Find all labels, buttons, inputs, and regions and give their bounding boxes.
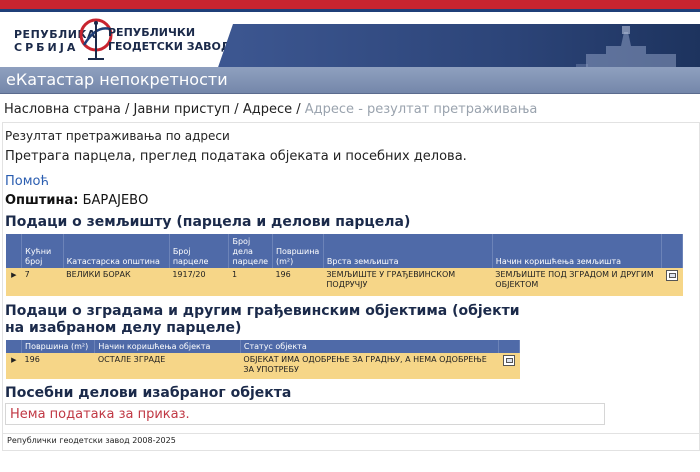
buildings-col-expand [6, 340, 23, 353]
footer: Републички геодетски завод 2008-2025 [2, 433, 700, 451]
buildings-table-header: Површина (m²) Начин коришћења објекта Ст… [6, 340, 521, 353]
breadcrumb-addresses[interactable]: Адресе [243, 102, 292, 117]
land-col-parcel-part-number: Број дела парцеле [228, 234, 273, 268]
breadcrumb-separator: / [124, 102, 130, 117]
buildings-col-area: Површина (m²) [21, 340, 96, 353]
land-section-heading: Подаци о земљишту (парцела и делови парц… [5, 214, 411, 230]
triangle-right-icon[interactable]: ▶ [6, 353, 22, 379]
buildings-col-status: Статус објекта [240, 340, 499, 353]
buildings-heading-line1: Подаци о зградама и другим грађевинским … [5, 303, 520, 319]
building-use: ОСТАЛЕ ЗГРАДЕ [94, 353, 241, 379]
land-col-actions [661, 234, 684, 268]
table-row[interactable]: ▶ 7 ВЕЛИКИ БОРАК 1917/20 1 196 ЗЕМЉИШТЕ … [6, 268, 683, 296]
land-col-land-type: Врста земљишта [323, 234, 493, 268]
breadcrumb-separator: / [296, 102, 301, 117]
land-cadastral-municipality: ВЕЛИКИ БОРАК [63, 268, 170, 296]
municipality-value: БАРАЈЕВО [82, 193, 149, 208]
page-bottom [0, 452, 700, 472]
breadcrumb: Насловна страна / Јавни приступ / Адресе… [4, 102, 537, 117]
breadcrumb-current: Адресе - резултат претраживања [304, 102, 538, 117]
municipality-line: Општина: БАРАЈЕВО [5, 193, 148, 208]
buildings-heading-line2: на изабраном делу парцеле) [5, 320, 242, 336]
land-table-header: Кућни број Катастарска општина Број парц… [6, 234, 684, 268]
land-col-house-number: Кућни број [21, 234, 64, 268]
land-table: Кућни број Катастарска општина Број парц… [6, 234, 684, 296]
no-data-box: Нема података за приказ. [5, 403, 605, 425]
logo-republic: РЕПУБЛИКА [14, 28, 96, 41]
site-header: РЕПУБЛИКА СРБИЈА РЕПУБЛИЧКИ ГЕОДЕТСКИ ЗА… [0, 12, 700, 76]
land-col-expand [6, 234, 23, 268]
land-col-cadastral-municipality: Катастарска општина [63, 234, 170, 268]
result-title: Резултат претраживања по адреси [5, 129, 230, 143]
breadcrumb-home[interactable]: Насловна страна [4, 102, 121, 117]
municipality-label: Општина: [5, 193, 79, 208]
land-house-number: 7 [21, 268, 64, 296]
land-type: ЗЕМЉИШТЕ У ГРАЂЕВИНСКОМ ПОДРУЧЈУ [323, 268, 493, 296]
breadcrumb-public-access[interactable]: Јавни приступ [134, 102, 231, 117]
building-area: 196 [21, 353, 95, 379]
table-row[interactable]: ▶ 196 ОСТАЛЕ ЗГРАДЕ ОБЈЕКАТ ИМА ОДОБРЕЊЕ… [6, 353, 520, 379]
building-status: ОБЈЕКАТ ИМА ОДОБРЕЊЕ ЗА ГРАДЊУ, А НЕМА О… [240, 353, 499, 379]
logo-serbia: СРБИЈА [14, 41, 79, 54]
footer-copyright: Републички геодетски завод 2008-2025 [7, 436, 176, 445]
help-link[interactable]: Помоћ [5, 174, 49, 189]
buildings-col-building-use: Начин коришћења објекта [94, 340, 241, 353]
no-data-message: Нема података за приказ. [10, 407, 190, 422]
buildings-section-heading: Подаци о зградама и другим грађевинским … [5, 303, 520, 337]
land-area: 196 [272, 268, 324, 296]
special-parts-heading: Посебни делови изабраног објекта [5, 385, 292, 401]
land-parcel-number: 1917/20 [169, 268, 229, 296]
app-title-bar: еКатастар непокретности [0, 67, 700, 94]
land-parcel-part-number: 1 [228, 268, 273, 296]
logo-text-left: РЕПУБЛИКА СРБИЈА [14, 28, 96, 54]
app-title: еКатастар непокретности [6, 70, 228, 89]
buildings-col-actions [498, 340, 521, 353]
details-window-icon[interactable] [661, 268, 683, 296]
top-red-stripe [0, 0, 700, 9]
land-col-parcel-number: Број парцеле [169, 234, 230, 268]
land-use: ЗЕМЉИШТЕ ПОД ЗГРАДОМ И ДРУГИМ ОБЈЕКТОМ [492, 268, 662, 296]
triangle-right-icon[interactable]: ▶ [6, 268, 22, 296]
buildings-table: Површина (m²) Начин коришћења објекта Ст… [6, 340, 521, 379]
logo-text-right: РЕПУБЛИЧКИ ГЕОДЕТСКИ ЗАВОД [108, 26, 231, 54]
breadcrumb-separator: / [234, 102, 239, 117]
land-col-land-use: Начин коришћења земљишта [492, 234, 662, 268]
page-description: Претрага парцела, преглед података објек… [5, 149, 467, 164]
logo-republic-institute: РЕПУБЛИЧКИ [108, 26, 196, 39]
land-col-area: Површина (m²) [272, 234, 324, 268]
logo-geodetic-institute: ГЕОДЕТСКИ ЗАВОД [108, 40, 231, 53]
details-window-icon[interactable] [498, 353, 520, 379]
